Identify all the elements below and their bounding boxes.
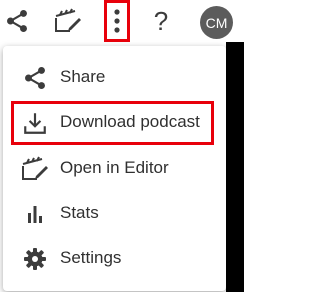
share-icon [20, 63, 50, 93]
menu-item-label: Settings [60, 248, 122, 267]
menu-item-stats[interactable]: Stats [3, 192, 226, 236]
menu-item-share[interactable]: Share [3, 56, 226, 100]
avatar[interactable]: CM [200, 6, 233, 39]
gear-icon [20, 244, 50, 274]
more-options-menu: Share Download podcast Open in Editor St… [3, 46, 226, 291]
menu-item-settings[interactable]: Settings [3, 237, 226, 281]
download-icon [20, 108, 50, 138]
stats-icon [20, 199, 50, 229]
menu-item-open-in-editor[interactable]: Open in Editor [3, 147, 226, 191]
top-toolbar: ? CM [0, 0, 244, 42]
help-icon[interactable]: ? [145, 2, 177, 40]
menu-item-label: Stats [60, 203, 99, 222]
menu-item-download-podcast[interactable]: Download podcast [3, 101, 226, 145]
help-label: ? [153, 6, 169, 36]
menu-item-label: Share [60, 67, 106, 86]
menu-item-label: Download podcast [60, 112, 200, 131]
share-icon[interactable] [0, 2, 34, 40]
page-backdrop [226, 42, 244, 292]
open-in-editor-icon[interactable] [48, 2, 88, 40]
more-vertical-icon[interactable] [104, 0, 130, 42]
menu-item-label: Open in Editor [60, 158, 169, 177]
open-in-editor-icon [20, 154, 50, 184]
